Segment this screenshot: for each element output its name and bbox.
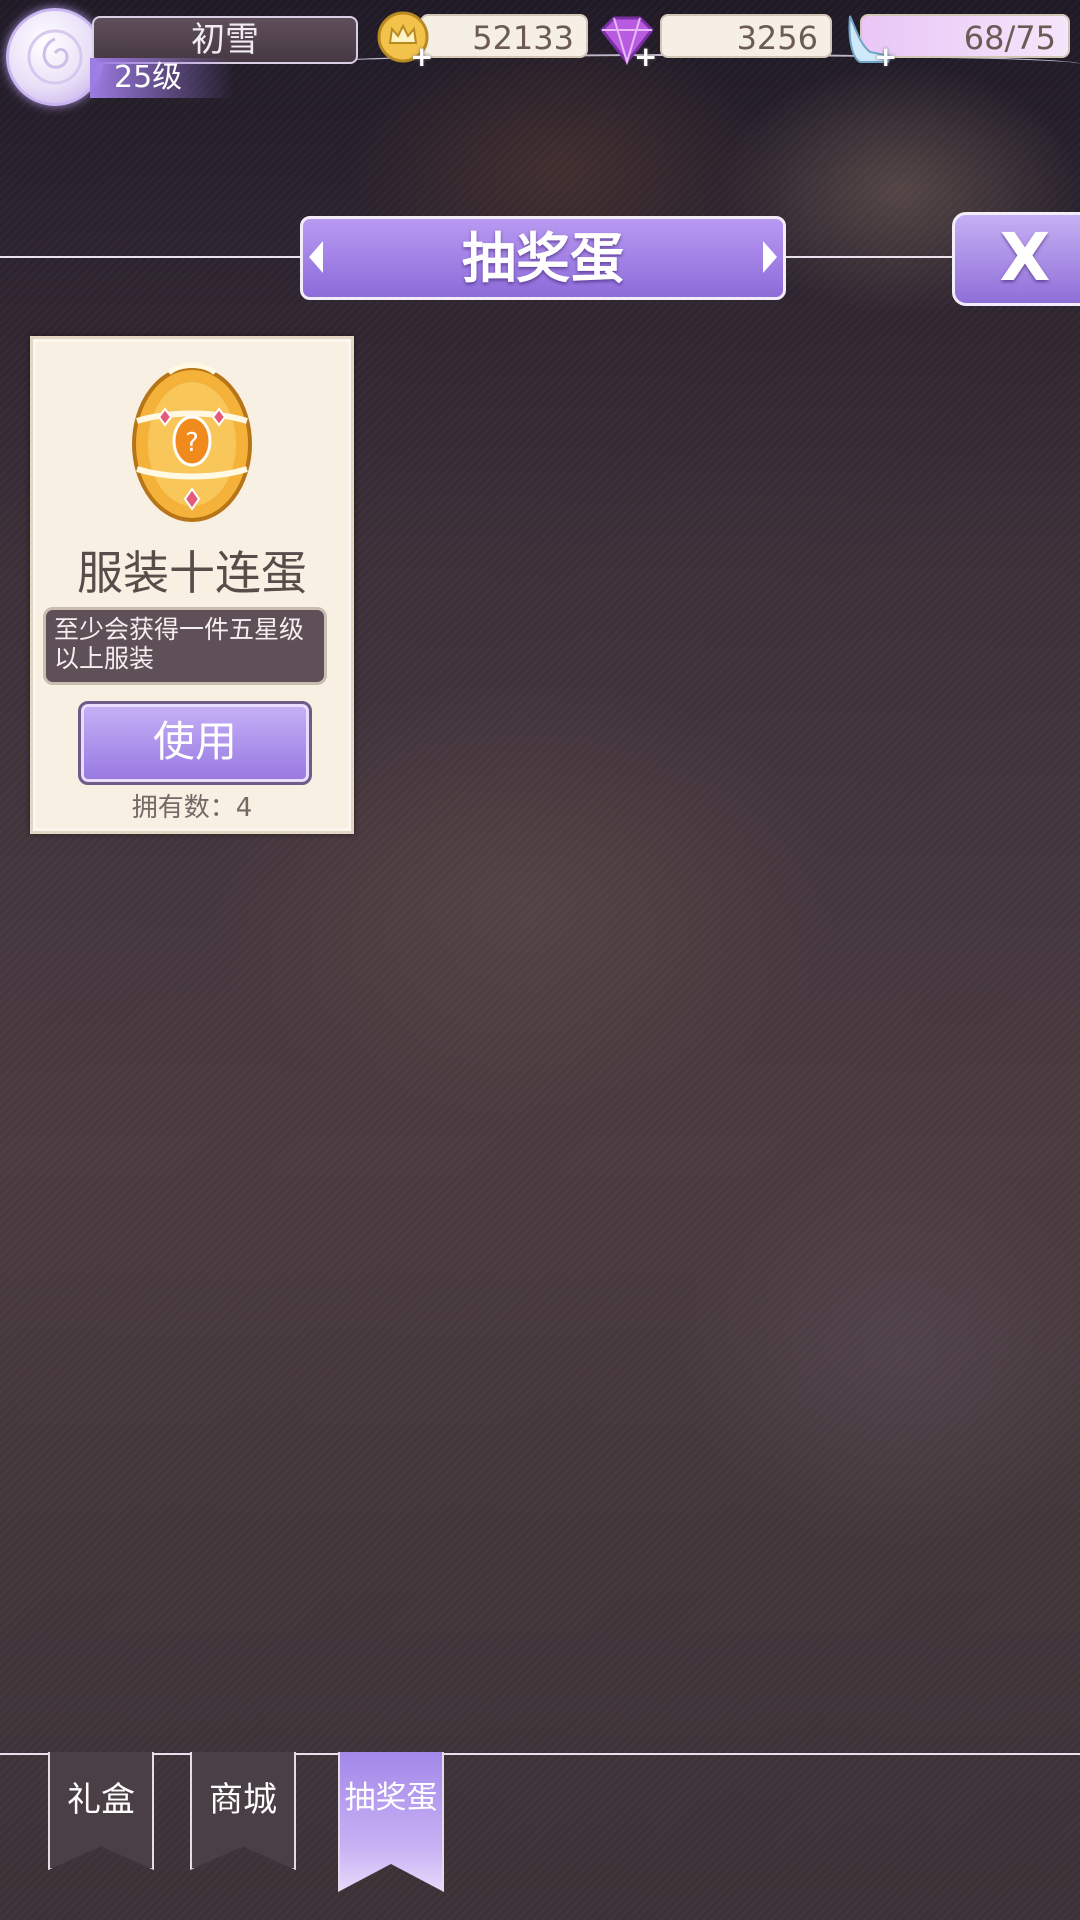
rose-icon bbox=[27, 29, 83, 85]
panel-title: 抽奖蛋 bbox=[300, 216, 786, 300]
player-name: 初雪 bbox=[92, 16, 358, 64]
diamond-counter[interactable]: 3256 bbox=[660, 14, 832, 58]
svg-text:?: ? bbox=[185, 428, 199, 458]
close-button[interactable]: X bbox=[952, 212, 1080, 306]
owned-count: 拥有数：4 bbox=[131, 793, 253, 823]
lucky-egg-icon: ? bbox=[132, 363, 252, 522]
use-button[interactable]: 使用 bbox=[78, 701, 312, 785]
player-level: 25级 bbox=[90, 58, 234, 98]
item-name: 服装十连蛋 bbox=[77, 546, 307, 600]
item-card: ? 服装十连蛋 至少会获得一件五星级以上服装 使用 拥有数：4 bbox=[30, 336, 354, 834]
add-diamond-icon[interactable]: + bbox=[634, 40, 657, 73]
item-description: 至少会获得一件五星级以上服装 bbox=[43, 607, 327, 685]
add-gold-icon[interactable]: + bbox=[410, 40, 433, 73]
gold-counter[interactable]: 52133 bbox=[420, 14, 588, 58]
add-stamina-icon[interactable]: + bbox=[874, 40, 897, 73]
